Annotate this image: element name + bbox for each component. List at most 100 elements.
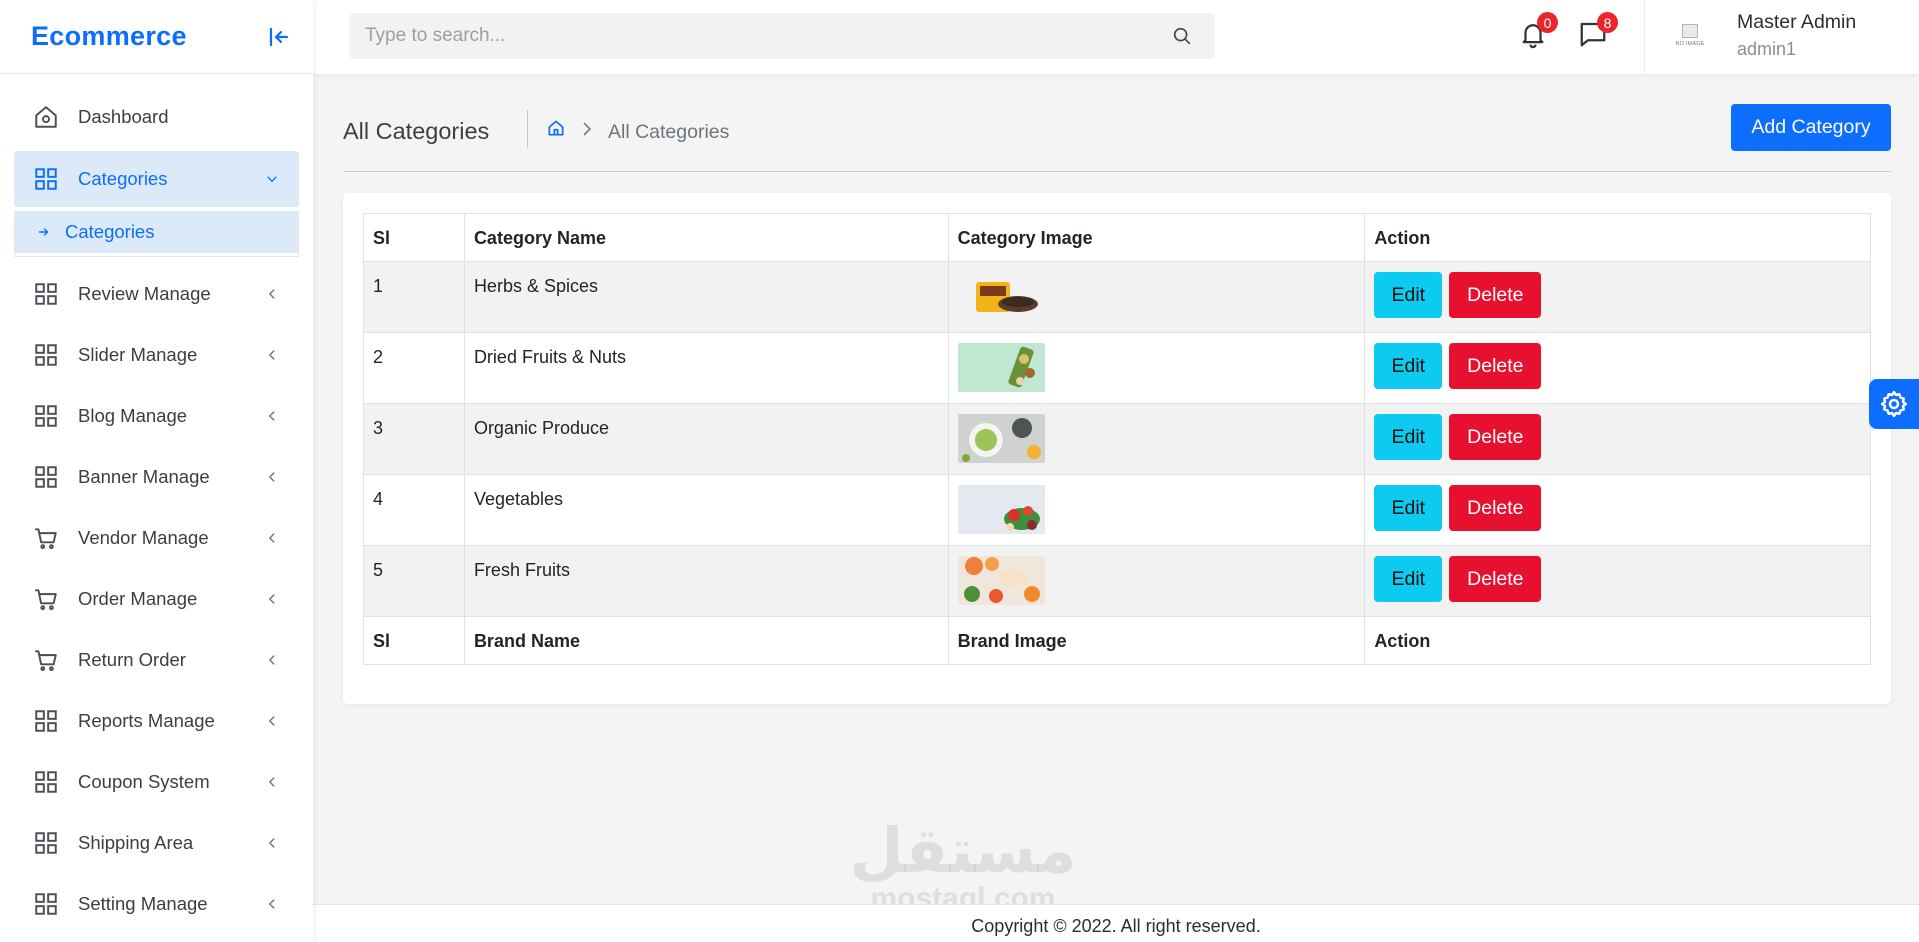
chevron-right-icon [583,122,592,136]
home-icon [35,105,57,128]
row-sl: 4 [363,474,465,546]
avatar[interactable]: NO IMAGE [1671,18,1709,52]
sidebar-item-label: Slider Manage [78,343,198,365]
row-category-image [947,261,1366,333]
sidebar-item-categories[interactable]: Categories [14,151,299,207]
brand-logo[interactable]: Ecommerce [31,21,187,52]
chevron-left-icon [268,288,275,299]
sidebar-item-label: Setting Manage [78,892,208,914]
page-title: All Categories [343,118,490,144]
delete-button[interactable]: Delete [1449,556,1542,602]
grid-icon [35,343,57,366]
gear-icon [1880,390,1908,418]
chevron-left-icon [268,349,275,360]
table-row: 1 Herbs & Spices Edit Delete [363,261,1871,333]
settings-toggle[interactable] [1869,379,1919,429]
sidebar-item-shipping-area[interactable]: Shipping Area [14,812,299,873]
delete-button[interactable]: Delete [1449,343,1542,389]
chevron-down-icon [267,176,277,183]
row-sl: 5 [363,545,465,617]
row-actions: Edit Delete [1364,403,1871,475]
edit-button[interactable]: Edit [1374,485,1443,531]
cart-icon [35,588,57,610]
grid-icon [35,770,57,793]
categories-submenu: Categories [14,211,299,257]
grid-icon [35,709,57,732]
sidebar-item-label: Banner Manage [78,465,210,487]
sidebar-item-return-order[interactable]: Return Order [14,629,299,690]
chevron-left-icon [268,898,275,909]
sidebar-item-label: Return Order [78,648,186,670]
table-row: 2 Dried Fruits & Nuts Edit Delete [363,332,1871,404]
messages-button[interactable]: 8 [1578,12,1618,49]
row-category-name: Organic Produce [463,403,949,475]
breadcrumb-current: All Categories [608,121,730,143]
sidebar-item-reports-manage[interactable]: Reports Manage [14,690,299,751]
header-rule [343,171,1891,172]
row-sl: 3 [363,403,465,475]
row-category-image [947,545,1366,617]
category-image-vegetables [957,485,1045,534]
category-image-organic-produce [957,414,1045,463]
sidebar-item-review-manage[interactable]: Review Manage [14,263,299,324]
sidebar-item-coupon-system[interactable]: Coupon System [14,751,299,812]
edit-button[interactable]: Edit [1374,272,1443,318]
sidebar-item-label: Review Manage [78,282,211,304]
category-image-herbs-spices [957,272,1045,321]
sidebar-item-order-manage[interactable]: Order Manage [14,568,299,629]
edit-button[interactable]: Edit [1374,556,1443,602]
sidebar-subitem-label: Categories [65,221,155,242]
arrow-right-icon [38,228,49,236]
watermark-arabic: مستقل [849,814,1077,887]
chevron-left-icon [268,837,275,848]
brand-bar: Ecommerce [0,0,313,74]
search-input[interactable] [349,13,1171,59]
sidebar-item-blog-manage[interactable]: Blog Manage [14,385,299,446]
table-row: 4 Vegetables Edit Delete [363,474,1871,546]
user-handle: admin1 [1737,39,1797,59]
chevron-left-icon [268,593,275,604]
chevron-left-icon [268,715,275,726]
chevron-left-icon [268,532,275,543]
sidebar-item-label: Coupon System [78,770,210,792]
delete-button[interactable]: Delete [1449,414,1542,460]
row-actions: Edit Delete [1364,545,1871,617]
footer-header-brand-name: Brand Name [463,616,949,665]
categories-table: Sl Category Name Category Image Action 1… [363,213,1871,665]
column-header-action: Action [1364,213,1871,262]
row-category-image [947,332,1366,404]
add-category-button[interactable]: Add Category [1731,104,1891,151]
main-content: All Categories All Categories Add Catego… [313,74,1919,942]
footer-header-sl: Sl [363,616,465,665]
sidebar-item-slider-manage[interactable]: Slider Manage [14,324,299,385]
sidebar-item-dashboard[interactable]: Dashboard [14,86,299,147]
sidebar-item-label: Dashboard [78,105,169,127]
sidebar-item-label: Categories [78,168,168,189]
copyright-text: Copyright © 2022. All right reserved. [971,916,1261,936]
home-icon[interactable] [546,118,566,138]
category-image-fresh-fruits [957,556,1045,605]
edit-button[interactable]: Edit [1374,343,1443,389]
delete-button[interactable]: Delete [1449,272,1542,318]
column-header-sl: Sl [363,213,465,262]
watermark: مستقل mostaql.com [843,814,1083,914]
row-category-name: Dried Fruits & Nuts [463,332,949,404]
table-footer-row: Sl Brand Name Brand Image Action [363,616,1871,665]
cart-icon [35,527,57,549]
sidebar-item-banner-manage[interactable]: Banner Manage [14,446,299,507]
user-name[interactable]: Master Admin [1737,11,1856,34]
sidebar-item-label: Shipping Area [78,831,194,853]
edit-button[interactable]: Edit [1374,414,1443,460]
notifications-button[interactable]: 0 [1518,12,1558,49]
sidebar-item-setting-manage[interactable]: Setting Manage [14,873,299,934]
row-category-name: Herbs & Spices [463,261,949,333]
delete-button[interactable]: Delete [1449,485,1542,531]
collapse-sidebar-icon[interactable] [267,25,291,49]
sidebar-item-label: Order Manage [78,587,198,609]
search-icon[interactable] [1171,25,1193,47]
row-actions: Edit Delete [1364,474,1871,546]
table-row: 3 Organic Produce Edit Delete [363,403,1871,475]
sidebar-subitem-categories[interactable]: Categories [15,211,298,253]
sidebar-item-vendor-manage[interactable]: Vendor Manage [14,507,299,568]
row-category-name: Fresh Fruits [463,545,949,617]
